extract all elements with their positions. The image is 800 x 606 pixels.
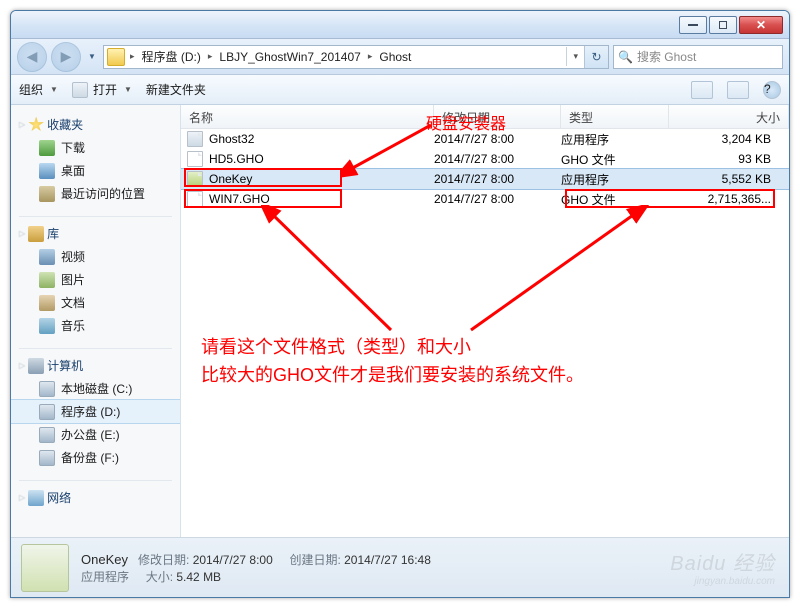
breadcrumb-item[interactable]: 程序盘 (D:) [137,46,206,68]
table-row[interactable]: WIN7.GHO 2014/7/27 8:00 GHO 文件 2,715,365… [181,189,789,209]
view-options-button[interactable] [691,81,713,99]
breadcrumb-item[interactable]: LBJY_GhostWin7_201407 [214,46,365,68]
folder-icon [107,48,125,66]
maximize-button[interactable] [709,16,737,34]
music-icon [39,318,55,334]
drive-icon [39,427,55,443]
network-header[interactable]: ▷网络 [11,486,180,509]
sidebar-item-pictures[interactable]: 图片 [11,268,180,291]
sidebar-item-drive-c[interactable]: 本地磁盘 (C:) [11,377,180,400]
sidebar-item-recent[interactable]: 最近访问的位置 [11,182,180,205]
sidebar-item-drive-f[interactable]: 备份盘 (F:) [11,446,180,469]
video-icon [39,249,55,265]
file-icon [187,191,203,207]
sidebar-item-drive-e[interactable]: 办公盘 (E:) [11,423,180,446]
arrow-icon [261,205,401,335]
sidebar-item-downloads[interactable]: 下载 [11,136,180,159]
open-button[interactable]: 打开▼ [72,81,132,98]
toolbar: 组织▼ 打开▼ 新建文件夹 ? [11,75,789,105]
nav-back-button[interactable]: ◀ [17,42,47,72]
library-icon [28,226,44,242]
breadcrumb[interactable]: ▸ 程序盘 (D:) ▸ LBJY_GhostWin7_201407 ▸ Gho… [103,45,609,69]
annotation-paragraph: 请看这个文件格式（类型）和大小 比较大的GHO文件才是我们要安装的系统文件。 [201,333,584,389]
column-headers: 名称 修改日期 类型 大小 [181,105,789,129]
app-icon [187,171,203,187]
file-thumbnail [21,544,69,592]
col-date[interactable]: 修改日期 [434,105,561,128]
file-icon [187,151,203,167]
document-icon [39,295,55,311]
sidebar-item-videos[interactable]: 视频 [11,245,180,268]
nav-forward-button[interactable]: ▶ [51,42,81,72]
computer-icon [28,358,44,374]
computer-header[interactable]: ▷计算机 [11,354,180,377]
help-button[interactable]: ? [763,81,781,99]
organize-menu[interactable]: 组织▼ [19,81,58,98]
drive-icon [39,404,55,420]
file-list: 名称 修改日期 类型 大小 Ghost32 2014/7/27 8:00 应用程… [181,105,789,537]
desktop-icon [39,163,55,179]
col-name[interactable]: 名称 [181,105,434,128]
search-input[interactable]: 🔍 搜索 Ghost [613,45,783,69]
navbar: ◀ ▶ ▼ ▸ 程序盘 (D:) ▸ LBJY_GhostWin7_201407… [11,39,789,75]
nav-history-dropdown[interactable]: ▼ [85,47,99,67]
search-placeholder: 搜索 Ghost [637,48,696,65]
table-row[interactable]: OneKey 2014/7/27 8:00 应用程序 5,552 KB [181,169,789,189]
watermark: Baidu 经验 jingyan.baidu.com [670,547,775,587]
details-filename: OneKey [81,552,128,567]
new-folder-button[interactable]: 新建文件夹 [146,81,206,98]
table-row[interactable]: Ghost32 2014/7/27 8:00 应用程序 3,204 KB [181,129,789,149]
breadcrumb-item[interactable]: Ghost [374,46,416,68]
search-icon: 🔍 [618,50,633,64]
drive-icon [39,450,55,466]
sidebar-item-desktop[interactable]: 桌面 [11,159,180,182]
app-icon [187,131,203,147]
col-size[interactable]: 大小 [669,105,789,128]
arrow-icon [461,205,651,335]
close-button[interactable]: ✕ [739,16,783,34]
favorites-header[interactable]: ▷收藏夹 [11,113,180,136]
download-icon [39,140,55,156]
sidebar-item-documents[interactable]: 文档 [11,291,180,314]
refresh-button[interactable]: ↻ [584,45,608,69]
recent-icon [39,186,55,202]
sidebar: ▷收藏夹 下载 桌面 最近访问的位置 ▷库 视频 图片 文档 音乐 ▷计算机 本… [11,105,181,537]
preview-pane-button[interactable] [727,81,749,99]
col-type[interactable]: 类型 [561,105,669,128]
star-icon [28,117,44,133]
table-row[interactable]: HD5.GHO 2014/7/27 8:00 GHO 文件 93 KB [181,149,789,169]
titlebar: ✕ [11,11,789,39]
app-icon [72,82,88,98]
picture-icon [39,272,55,288]
libraries-header[interactable]: ▷库 [11,222,180,245]
sidebar-item-music[interactable]: 音乐 [11,314,180,337]
network-icon [28,490,44,506]
drive-icon [39,381,55,397]
minimize-button[interactable] [679,16,707,34]
explorer-window: ✕ ◀ ▶ ▼ ▸ 程序盘 (D:) ▸ LBJY_GhostWin7_2014… [10,10,790,598]
sidebar-item-drive-d[interactable]: 程序盘 (D:) [11,400,180,423]
